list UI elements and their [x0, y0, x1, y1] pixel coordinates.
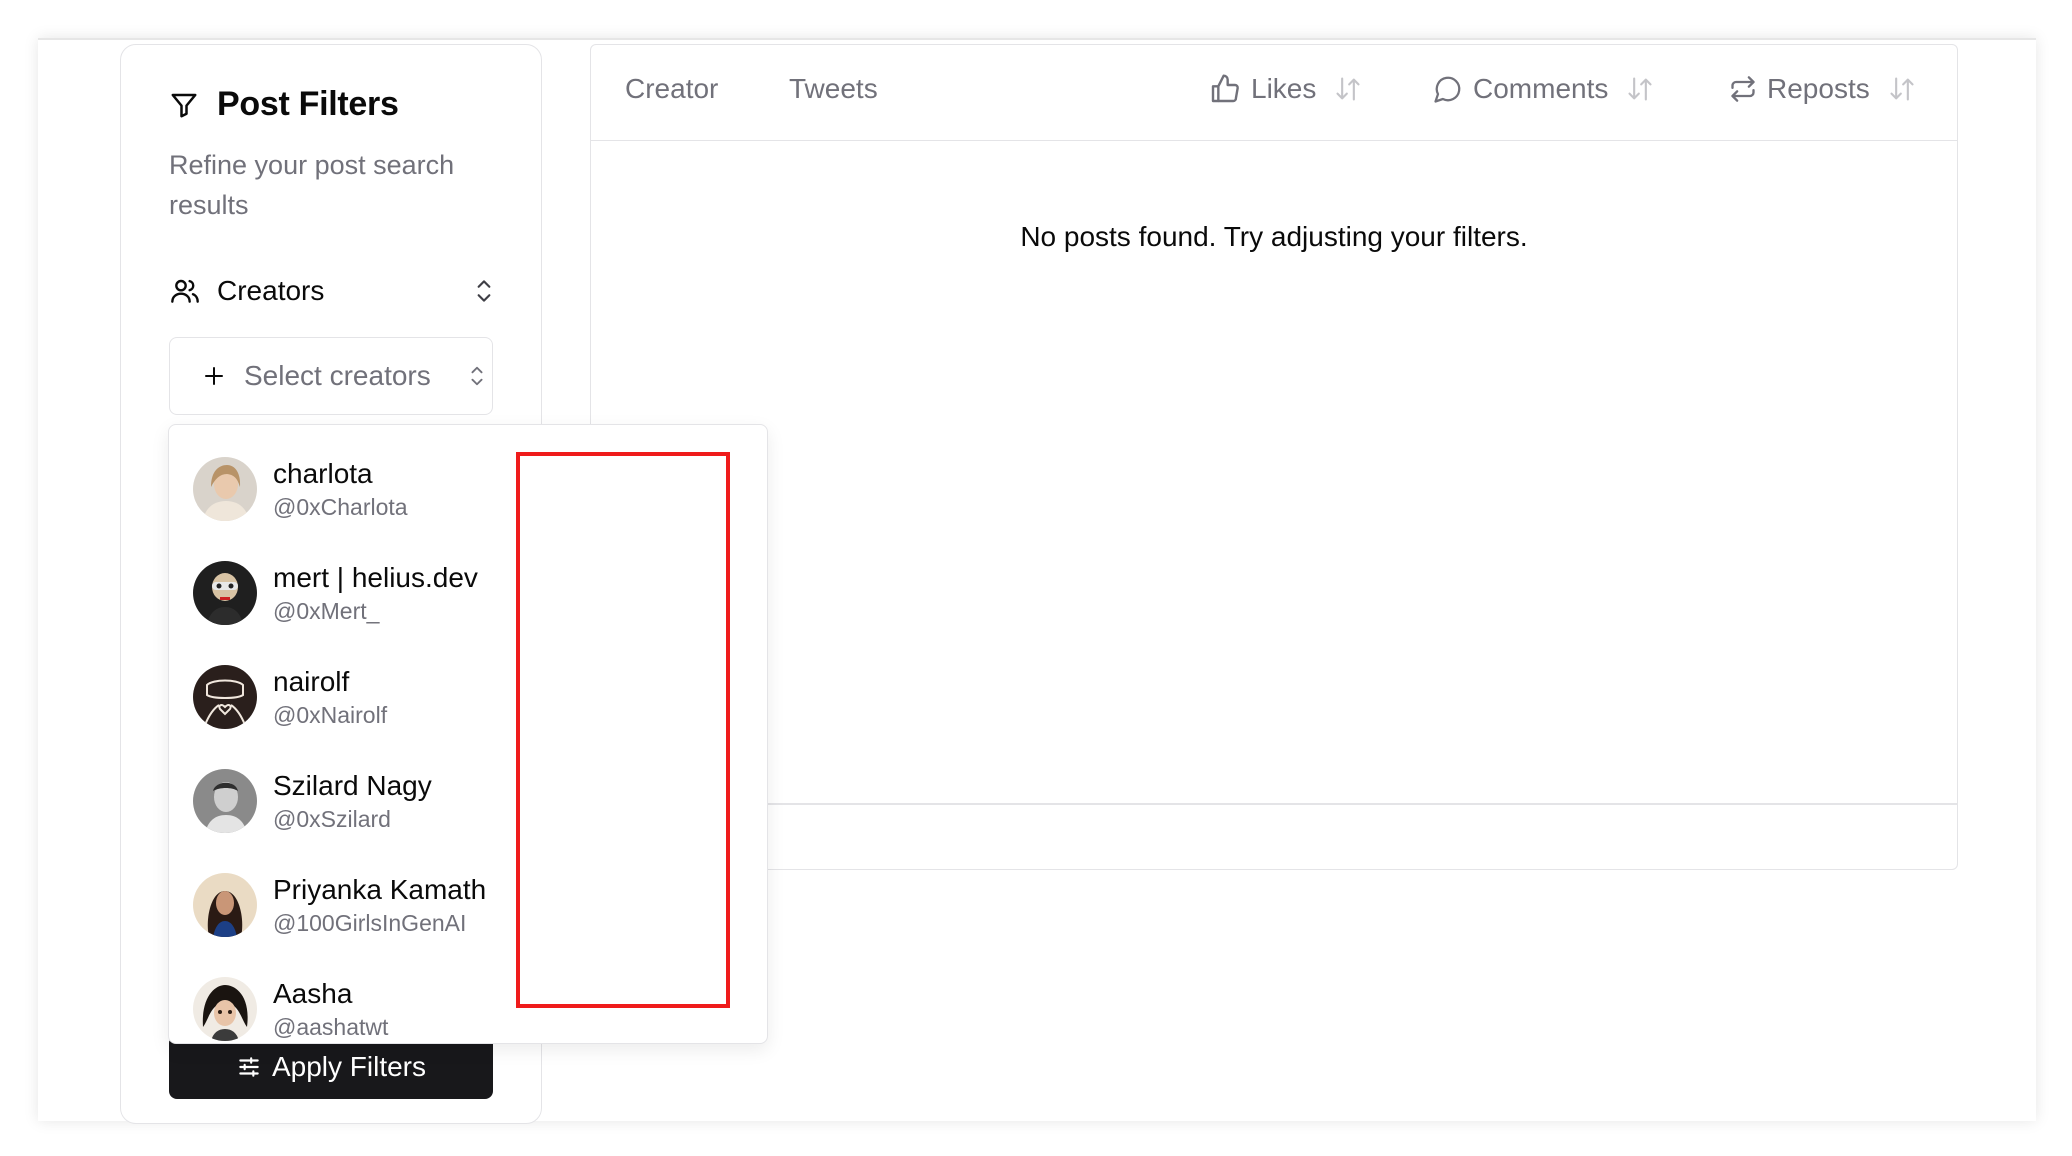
table-header: Creator Tweets Likes Comments Reposts — [591, 45, 1957, 141]
creator-option-text: mert | helius.dev @0xMert_ — [273, 560, 478, 626]
column-creator-label: Creator — [625, 73, 719, 104]
posts-table: Creator Tweets Likes Comments Reposts No… — [590, 44, 1958, 870]
apply-filters-button[interactable]: Apply Filters — [169, 1035, 493, 1099]
avatar — [193, 769, 257, 833]
avatar — [193, 977, 257, 1041]
creator-name: mert | helius.dev — [273, 562, 478, 593]
creator-name: Aasha — [273, 978, 353, 1009]
chevrons-up-down-icon — [471, 276, 497, 306]
column-comments-sort[interactable]: Comments — [1433, 73, 1654, 105]
thumbs-up-icon — [1209, 73, 1241, 105]
sliders-icon — [236, 1054, 262, 1080]
creator-option-text: nairolf @0xNairolf — [273, 664, 387, 730]
creator-option-text: Szilard Nagy @0xSzilard — [273, 768, 432, 834]
plus-icon — [202, 364, 226, 388]
users-icon — [169, 275, 201, 307]
empty-state-message: No posts found. Try adjusting your filte… — [1020, 221, 1528, 252]
avatar — [193, 665, 257, 729]
column-comments-label: Comments — [1473, 73, 1609, 104]
column-likes-label: Likes — [1251, 73, 1317, 104]
column-likes-sort[interactable]: Likes — [1209, 73, 1362, 105]
column-tweets-label: Tweets — [789, 73, 878, 104]
creator-handle: @0xMert_ — [273, 598, 380, 624]
creator-handle: @0xCharlota — [273, 494, 408, 520]
apply-filters-label: Apply Filters — [271, 1051, 427, 1082]
creator-option-text: charlota @0xCharlota — [273, 456, 408, 522]
creator-handle: @0xNairolf — [273, 702, 388, 728]
creator-name: charlota — [273, 458, 373, 489]
table-footer-divider — [591, 803, 1957, 805]
avatar — [193, 873, 257, 937]
select-creators-placeholder: Select creators — [244, 360, 431, 391]
creators-label: Creators — [217, 275, 325, 306]
column-reposts-sort[interactable]: Reposts — [1729, 73, 1916, 105]
avatar — [193, 561, 257, 625]
repeat-icon — [1729, 75, 1757, 103]
creator-name: Priyanka Kamath — [273, 874, 487, 905]
creators-section-toggle[interactable]: Creators — [169, 275, 497, 307]
sort-icon — [1626, 74, 1654, 104]
message-circle-icon — [1433, 74, 1463, 104]
creator-name: nairolf — [273, 666, 350, 697]
creator-handle: @aashatwt — [273, 1014, 389, 1040]
sidebar-header: Post Filters — [169, 85, 399, 124]
column-reposts-label: Reposts — [1767, 73, 1870, 104]
creator-option-text: Aasha @aashatwt — [273, 976, 388, 1042]
sort-icon — [1334, 74, 1362, 104]
select-creators-button[interactable]: Select creators — [169, 337, 493, 415]
chevrons-up-down-icon — [466, 361, 488, 391]
filter-icon — [169, 90, 199, 120]
sidebar-title: Post Filters — [217, 85, 399, 123]
sort-icon — [1888, 74, 1916, 104]
column-creator: Creator — [625, 73, 718, 105]
creator-handle: @100GirlsInGenAI — [273, 910, 467, 936]
creator-handle: @0xSzilard — [273, 806, 391, 832]
sidebar-subtitle: Refine your post search results — [169, 150, 455, 220]
creator-option-text: Priyanka Kamath @100GirlsInGenAI — [273, 872, 486, 938]
avatar — [193, 457, 257, 521]
creator-name: Szilard Nagy — [273, 770, 432, 801]
highlight-annotation-box — [516, 452, 730, 1008]
column-tweets: Tweets — [789, 73, 878, 105]
